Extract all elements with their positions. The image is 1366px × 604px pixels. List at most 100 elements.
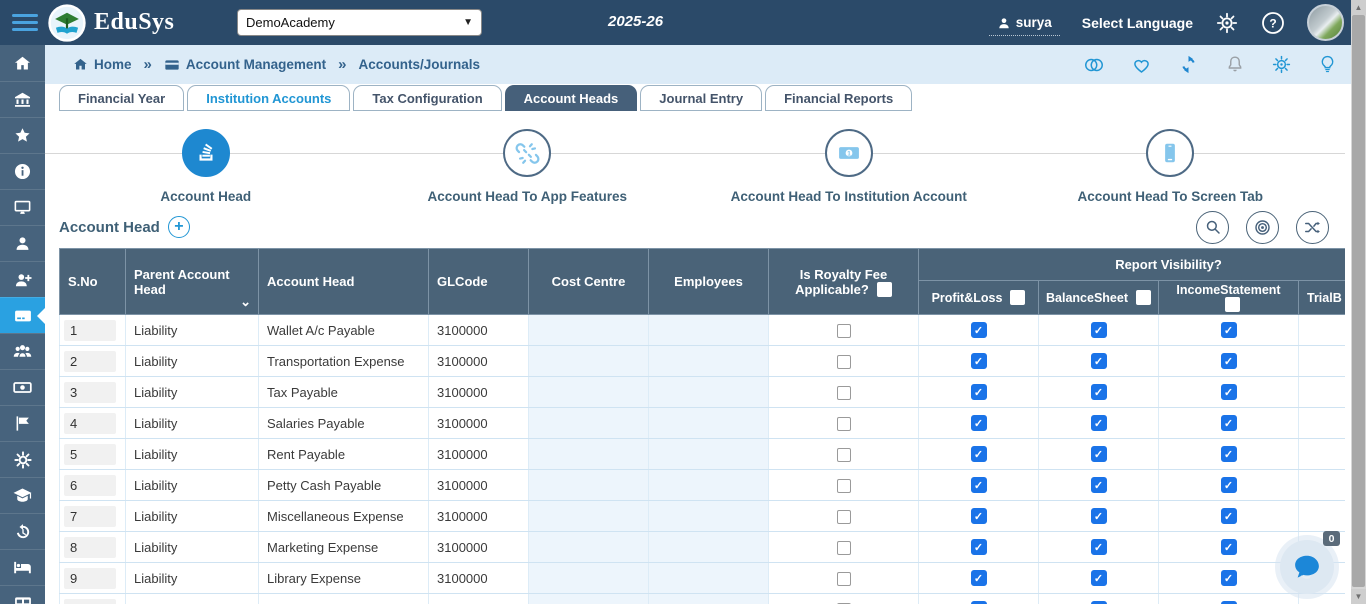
sidebar-item-hostel[interactable]	[0, 549, 45, 585]
royalty-select-all-checkbox[interactable]	[877, 282, 892, 297]
sidebar-item-reports[interactable]	[0, 405, 45, 441]
chat-widget[interactable]: 0	[1280, 540, 1334, 594]
sno-field[interactable]: 2	[64, 351, 116, 372]
sidebar-item-transport[interactable]	[0, 585, 45, 604]
profit-loss-checkbox[interactable]	[971, 322, 987, 338]
select-language-button[interactable]: Select Language	[1082, 15, 1193, 31]
balance-sheet-checkbox[interactable]	[1091, 446, 1107, 462]
royalty-checkbox[interactable]	[837, 479, 851, 493]
balance-sheet-checkbox[interactable]	[1091, 322, 1107, 338]
page-settings-button[interactable]	[1271, 54, 1292, 75]
royalty-checkbox[interactable]	[837, 572, 851, 586]
balance-sheet-checkbox[interactable]	[1091, 384, 1107, 400]
sidebar-item-groups[interactable]	[0, 333, 45, 369]
sidebar-item-favorites[interactable]	[0, 117, 45, 153]
help-button[interactable]: ?	[1261, 11, 1285, 35]
academy-select[interactable]: DemoAcademy ▼	[237, 9, 482, 36]
step-account-head-to-institution-account[interactable]: 1 Account Head To Institution Account	[688, 111, 1010, 204]
sidebar-item-settings[interactable]	[0, 441, 45, 477]
royalty-checkbox[interactable]	[837, 510, 851, 524]
search-button[interactable]	[1196, 211, 1229, 244]
sno-field[interactable]: 4	[64, 413, 116, 434]
profit-loss-checkbox[interactable]	[971, 570, 987, 586]
income-statement-checkbox[interactable]	[1221, 477, 1237, 493]
sidebar-item-info[interactable]	[0, 153, 45, 189]
sno-field[interactable]: 1	[64, 320, 116, 341]
income-statement-select-all-checkbox[interactable]	[1225, 297, 1240, 312]
user-menu[interactable]: surya	[989, 9, 1060, 36]
sno-field[interactable]: 8	[64, 537, 116, 558]
royalty-checkbox[interactable]	[837, 541, 851, 555]
profit-loss-checkbox[interactable]	[971, 415, 987, 431]
profit-loss-checkbox[interactable]	[971, 508, 987, 524]
sidebar-item-admissions[interactable]	[0, 261, 45, 297]
step-account-head-to-app-features[interactable]: Account Head To App Features	[367, 111, 689, 204]
sno-field[interactable]: 9	[64, 568, 116, 589]
sno-field[interactable]: 10	[64, 599, 116, 604]
scroll-down-arrow[interactable]: ▼	[1351, 589, 1366, 604]
balance-sheet-checkbox[interactable]	[1091, 539, 1107, 555]
profit-loss-checkbox[interactable]	[971, 384, 987, 400]
income-statement-checkbox[interactable]	[1221, 415, 1237, 431]
tab-journal-entry[interactable]: Journal Entry	[640, 85, 762, 111]
profit-loss-checkbox[interactable]	[971, 539, 987, 555]
step-account-head-to-screen-tab[interactable]: Account Head To Screen Tab	[1010, 111, 1332, 204]
sidebar-item-finance[interactable]	[0, 369, 45, 405]
toggle-theme-button[interactable]	[1083, 55, 1105, 75]
shuffle-button[interactable]	[1296, 211, 1329, 244]
balance-sheet-checkbox[interactable]	[1091, 415, 1107, 431]
tab-account-heads[interactable]: Account Heads	[505, 85, 638, 111]
scroll-up-arrow[interactable]: ▲	[1351, 0, 1366, 15]
income-statement-checkbox[interactable]	[1221, 446, 1237, 462]
target-button[interactable]	[1246, 211, 1279, 244]
sno-field[interactable]: 7	[64, 506, 116, 527]
refresh-button[interactable]	[1178, 54, 1199, 75]
tab-institution-accounts[interactable]: Institution Accounts	[187, 85, 350, 111]
notifications-button[interactable]	[1225, 54, 1245, 75]
settings-button[interactable]	[1215, 11, 1239, 35]
tab-financial-year[interactable]: Financial Year	[59, 85, 184, 111]
profit-loss-select-all-checkbox[interactable]	[1010, 290, 1025, 305]
col-header-parent-account-head[interactable]: Parent Account Head⌄	[126, 249, 259, 315]
vertical-scrollbar[interactable]: ▲ ▼	[1351, 0, 1366, 604]
balance-sheet-checkbox[interactable]	[1091, 570, 1107, 586]
favorite-button[interactable]	[1131, 55, 1152, 75]
step-account-head[interactable]: Account Head	[45, 111, 367, 204]
profit-loss-checkbox[interactable]	[971, 353, 987, 369]
balance-sheet-select-all-checkbox[interactable]	[1136, 290, 1151, 305]
sidebar-item-profile[interactable]	[0, 225, 45, 261]
balance-sheet-checkbox[interactable]	[1091, 508, 1107, 524]
tab-financial-reports[interactable]: Financial Reports	[765, 85, 912, 111]
tips-button[interactable]	[1318, 54, 1337, 75]
income-statement-checkbox[interactable]	[1221, 508, 1237, 524]
scrollbar-thumb[interactable]	[1352, 15, 1365, 587]
royalty-checkbox[interactable]	[837, 448, 851, 462]
sno-field[interactable]: 6	[64, 475, 116, 496]
income-statement-checkbox[interactable]	[1221, 353, 1237, 369]
sidebar-item-academics[interactable]	[0, 477, 45, 513]
income-statement-checkbox[interactable]	[1221, 539, 1237, 555]
profit-loss-checkbox[interactable]	[971, 446, 987, 462]
sno-field[interactable]: 5	[64, 444, 116, 465]
sidebar-item-institution[interactable]	[0, 81, 45, 117]
income-statement-checkbox[interactable]	[1221, 322, 1237, 338]
sno-field[interactable]: 3	[64, 382, 116, 403]
sidebar-item-history[interactable]	[0, 513, 45, 549]
breadcrumb-home[interactable]: Home	[73, 57, 132, 72]
add-account-head-button[interactable]: +	[168, 216, 190, 238]
balance-sheet-checkbox[interactable]	[1091, 477, 1107, 493]
income-statement-checkbox[interactable]	[1221, 384, 1237, 400]
royalty-checkbox[interactable]	[837, 417, 851, 431]
hamburger-icon[interactable]	[12, 10, 38, 35]
sidebar-item-screens[interactable]	[0, 189, 45, 225]
income-statement-checkbox[interactable]	[1221, 570, 1237, 586]
royalty-checkbox[interactable]	[837, 355, 851, 369]
royalty-checkbox[interactable]	[837, 386, 851, 400]
avatar[interactable]	[1307, 4, 1344, 41]
sidebar-item-home[interactable]	[0, 45, 45, 81]
profit-loss-checkbox[interactable]	[971, 477, 987, 493]
royalty-checkbox[interactable]	[837, 324, 851, 338]
tab-tax-configuration[interactable]: Tax Configuration	[353, 85, 501, 111]
sidebar-item-account-management[interactable]	[0, 297, 45, 333]
balance-sheet-checkbox[interactable]	[1091, 353, 1107, 369]
